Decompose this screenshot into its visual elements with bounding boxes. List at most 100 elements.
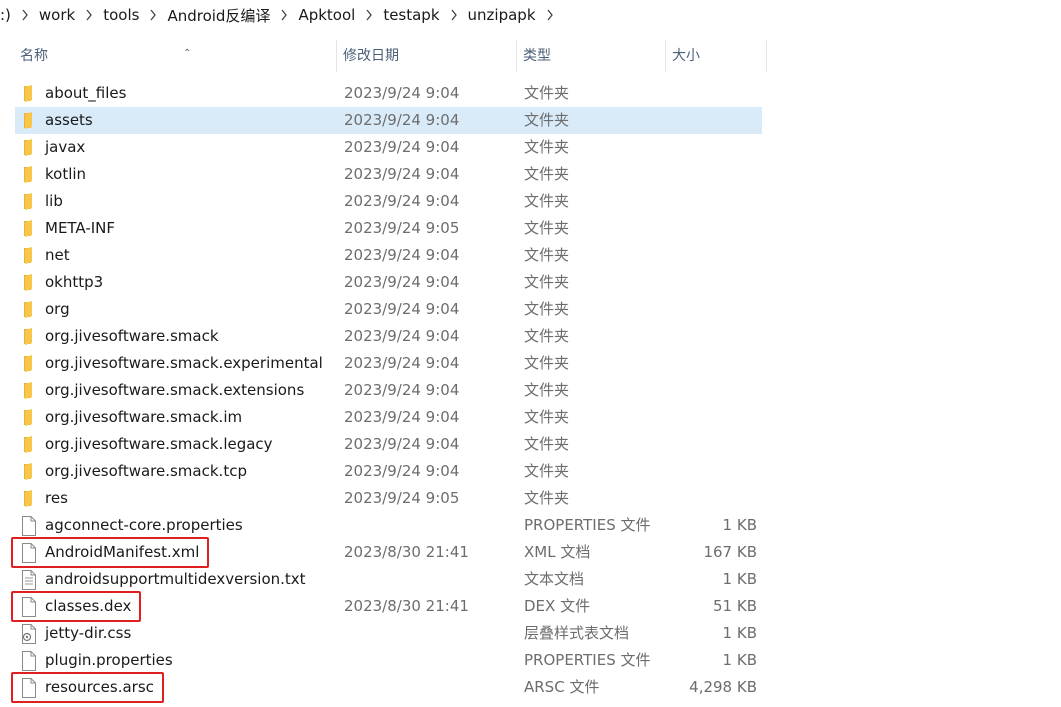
file-type: 文件夹 (524, 138, 570, 156)
breadcrumb-item[interactable]: unzipapk (464, 6, 540, 24)
file-size (666, 134, 757, 161)
file-date: 2023/9/24 9:04 (344, 273, 460, 291)
column-size-header[interactable]: 大小 (667, 40, 767, 72)
file-size: 1 KB (722, 516, 757, 534)
file-size (666, 458, 757, 485)
file-row[interactable]: resources.arsc ARSC 文件 4,298 KB (0, 672, 1061, 703)
file-size (666, 215, 757, 242)
chevron-right-icon[interactable] (79, 9, 99, 21)
file-name: org.jivesoftware.smack.im (45, 408, 243, 426)
folder-icon (20, 462, 38, 482)
chevron-right-icon[interactable] (444, 9, 464, 21)
folder-icon (20, 435, 38, 455)
file-name: AndroidManifest.xml (45, 543, 200, 561)
column-type-header[interactable]: 类型 (518, 40, 666, 72)
chevron-right-icon[interactable] (143, 9, 163, 21)
file-date: 2023/9/24 9:04 (344, 408, 460, 426)
folder-icon (20, 84, 38, 104)
folder-icon (20, 138, 38, 158)
file-row[interactable]: res 2023/9/24 9:05 文件夹 (0, 485, 1061, 512)
file-date: 2023/9/24 9:04 (344, 138, 460, 156)
file-row[interactable]: javax 2023/9/24 9:04 文件夹 (0, 134, 1061, 161)
breadcrumb-item[interactable]: tools (99, 6, 143, 24)
file-date: 2023/9/24 9:04 (344, 192, 460, 210)
file-icon (20, 651, 38, 671)
file-row[interactable]: org 2023/9/24 9:04 文件夹 (0, 296, 1061, 323)
chevron-right-icon[interactable] (274, 9, 294, 21)
column-name-label: 名称 (20, 48, 48, 64)
file-row[interactable]: META-INF 2023/9/24 9:05 文件夹 (0, 215, 1061, 242)
file-type: ARSC 文件 (524, 678, 600, 696)
file-name: org (45, 300, 70, 318)
breadcrumb-item[interactable]: Apktool (294, 6, 359, 24)
chevron-right-icon[interactable] (359, 9, 379, 21)
column-name-header[interactable]: 名称 ⌃ (15, 40, 337, 72)
file-row[interactable]: about_files 2023/9/24 9:04 文件夹 (0, 80, 1061, 107)
file-row[interactable]: agconnect-core.properties PROPERTIES 文件 1 … (0, 512, 1061, 539)
file-size (666, 107, 757, 134)
file-row[interactable]: org.jivesoftware.smack.im 2023/9/24 9:04 文… (0, 404, 1061, 431)
folder-icon (20, 489, 38, 509)
file-size (666, 188, 757, 215)
breadcrumb-item[interactable]: Android反编译 (163, 5, 274, 26)
file-size (666, 296, 757, 323)
file-date: 2023/9/24 9:05 (344, 489, 460, 507)
file-row[interactable]: plugin.properties PROPERTIES 文件 1 KB (0, 647, 1061, 674)
column-type-label: 类型 (523, 48, 551, 64)
file-name: org.jivesoftware.smack.experimental (45, 354, 323, 372)
sort-up-icon: ⌃ (183, 48, 192, 59)
file-row[interactable]: jetty-dir.css 层叠样式表文档 1 KB (0, 620, 1061, 647)
file-row[interactable]: kotlin 2023/9/24 9:04 文件夹 (0, 161, 1061, 188)
file-row[interactable]: classes.dex 2023/8/30 21:41 DEX 文件 51 KB (0, 591, 1061, 622)
folder-icon (20, 246, 38, 266)
file-row[interactable]: androidsupportmultidexversion.txt 文本文档 1 K… (0, 566, 1061, 593)
file-icon (20, 678, 38, 698)
file-name: plugin.properties (45, 651, 173, 669)
file-date: 2023/9/24 9:04 (344, 327, 460, 345)
breadcrumb-item[interactable]: work (35, 6, 79, 24)
column-date-header[interactable]: 修改日期 (338, 40, 517, 72)
file-type: 文件夹 (524, 327, 570, 345)
file-name: org.jivesoftware.smack (45, 327, 219, 345)
file-size: 4,298 KB (689, 678, 757, 696)
file-name: META-INF (45, 219, 116, 237)
file-type: PROPERTIES 文件 (524, 651, 651, 669)
file-list: about_files 2023/9/24 9:04 文件夹 assets 2023/9… (0, 80, 1061, 703)
folder-icon (20, 381, 38, 401)
file-name: about_files (45, 84, 127, 102)
file-row[interactable]: org.jivesoftware.smack.experimental 2023/… (0, 350, 1061, 377)
file-size (666, 485, 757, 512)
file-row[interactable]: org.jivesoftware.smack.extensions 2023/9/… (0, 377, 1061, 404)
file-name: resources.arsc (45, 678, 154, 696)
file-date: 2023/9/24 9:04 (344, 381, 460, 399)
folder-icon (20, 219, 38, 239)
file-row[interactable]: org.jivesoftware.smack.legacy 2023/9/24 9… (0, 431, 1061, 458)
file-row[interactable]: org.jivesoftware.smack 2023/9/24 9:04 文件夹 (0, 323, 1061, 350)
chevron-right-icon[interactable] (540, 9, 560, 21)
file-date: 2023/9/24 9:04 (344, 435, 460, 453)
file-size (666, 431, 757, 458)
file-date: 2023/8/30 21:41 (344, 597, 469, 615)
file-row[interactable]: org.jivesoftware.smack.tcp 2023/9/24 9:04… (0, 458, 1061, 485)
file-date: 2023/9/24 9:04 (344, 462, 460, 480)
breadcrumb-item[interactable]: :) (0, 6, 15, 24)
breadcrumb: :) work tools Android反编译 Apktool testapk unzip… (0, 0, 1061, 30)
file-type: 文件夹 (524, 84, 570, 102)
css-file-icon (20, 624, 38, 644)
file-row[interactable]: net 2023/9/24 9:04 文件夹 (0, 242, 1061, 269)
file-row[interactable]: okhttp3 2023/9/24 9:04 文件夹 (0, 269, 1061, 296)
file-size: 1 KB (722, 570, 757, 588)
file-row[interactable]: assets 2023/9/24 9:04 文件夹 (0, 107, 1061, 134)
breadcrumb-item[interactable]: testapk (379, 6, 443, 24)
file-name: res (45, 489, 68, 507)
file-name: javax (45, 138, 86, 156)
file-date: 2023/9/24 9:04 (344, 84, 460, 102)
file-type: 文件夹 (524, 111, 570, 129)
file-size (666, 269, 757, 296)
folder-icon (20, 408, 38, 428)
file-row[interactable]: AndroidManifest.xml 2023/8/30 21:41 XML 文档… (0, 537, 1061, 568)
chevron-right-icon[interactable] (15, 9, 35, 21)
file-name: classes.dex (45, 597, 132, 615)
file-row[interactable]: lib 2023/9/24 9:04 文件夹 (0, 188, 1061, 215)
file-size: 51 KB (713, 597, 757, 615)
